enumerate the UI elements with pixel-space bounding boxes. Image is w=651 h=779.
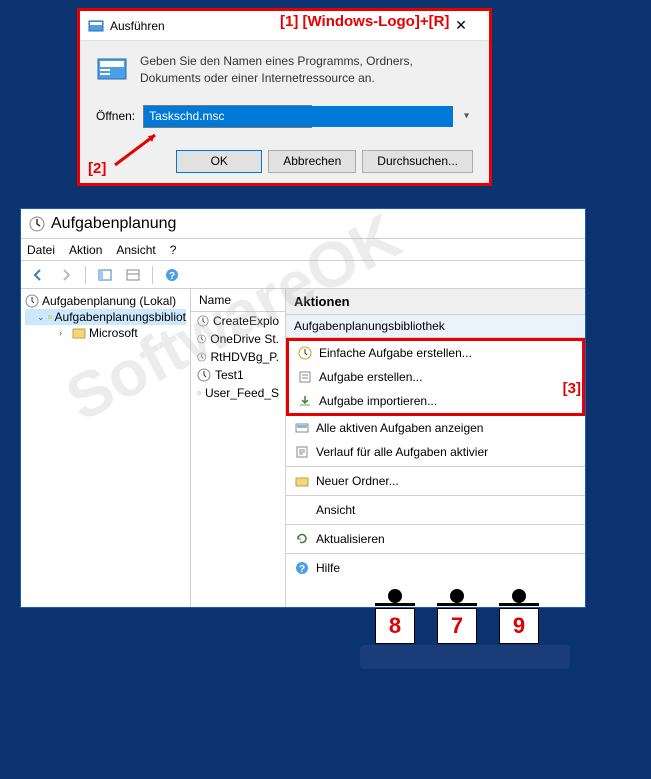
open-label: Öffnen: bbox=[96, 109, 135, 123]
properties-icon[interactable] bbox=[122, 264, 144, 286]
help-icon[interactable]: ? bbox=[161, 264, 183, 286]
task-icon bbox=[297, 369, 313, 385]
ts-menubar: Datei Aktion Ansicht ? bbox=[21, 239, 585, 261]
tree-microsoft[interactable]: › Microsoft bbox=[25, 325, 186, 341]
ts-title: Aufgabenplanung bbox=[51, 215, 176, 233]
ts-titlebar: Aufgabenplanung bbox=[21, 209, 585, 239]
action-help[interactable]: ?Hilfe bbox=[286, 556, 585, 580]
history-icon bbox=[294, 444, 310, 460]
svg-text:?: ? bbox=[169, 271, 175, 282]
judge-figure: 8 bbox=[370, 589, 420, 659]
annotation-3: [3] bbox=[563, 380, 581, 397]
tree-library[interactable]: ⌄ Aufgabenplanungsbibliot bbox=[25, 309, 186, 325]
display-icon bbox=[294, 420, 310, 436]
annotation-2: [2] bbox=[88, 160, 106, 177]
ok-button[interactable]: OK bbox=[176, 150, 262, 173]
action-new-folder[interactable]: Neuer Ordner... bbox=[286, 469, 585, 493]
actions-header: Aktionen bbox=[286, 289, 585, 315]
score-card: 8 bbox=[375, 608, 415, 644]
judge-figure: 9 bbox=[494, 589, 544, 659]
annotation-arrow bbox=[110, 130, 170, 170]
menu-file[interactable]: Datei bbox=[27, 243, 55, 257]
list-item[interactable]: OneDrive St. bbox=[191, 330, 285, 348]
browse-button[interactable]: Durchsuchen... bbox=[362, 150, 473, 173]
score-card: 7 bbox=[437, 608, 477, 644]
menu-action[interactable]: Aktion bbox=[69, 243, 102, 257]
action-enable-history[interactable]: Verlauf für alle Aufgaben aktivier bbox=[286, 440, 585, 464]
show-hide-icon[interactable] bbox=[94, 264, 116, 286]
ts-toolbar: ? bbox=[21, 261, 585, 289]
run-app-icon bbox=[88, 18, 104, 34]
svg-text:?: ? bbox=[299, 564, 305, 575]
action-show-active[interactable]: Alle aktiven Aufgaben anzeigen bbox=[286, 416, 585, 440]
action-create-basic-task[interactable]: Einfache Aufgabe erstellen... bbox=[289, 341, 582, 365]
action-import-task[interactable]: Aufgabe importieren... bbox=[289, 389, 582, 413]
list-header-name[interactable]: Name bbox=[191, 289, 285, 312]
ts-app-icon bbox=[29, 216, 45, 232]
score-judges: 8 7 9 bbox=[370, 589, 544, 659]
task-scheduler-window: Aufgabenplanung Datei Aktion Ansicht ? ?… bbox=[20, 208, 586, 608]
menu-view[interactable]: Ansicht bbox=[116, 243, 155, 257]
dropdown-icon[interactable]: ▾ bbox=[464, 111, 469, 122]
import-icon bbox=[297, 393, 313, 409]
score-card: 9 bbox=[499, 608, 539, 644]
open-input-selection: Taskschd.msc bbox=[144, 106, 453, 127]
open-input-wrap[interactable]: Taskschd.msc ▾ bbox=[143, 105, 473, 128]
help-icon: ? bbox=[294, 560, 310, 576]
action-refresh[interactable]: Aktualisieren bbox=[286, 527, 585, 551]
cancel-button[interactable]: Abbrechen bbox=[268, 150, 356, 173]
list-item[interactable]: CreateExplo bbox=[191, 312, 285, 330]
folder-icon bbox=[294, 473, 310, 489]
refresh-icon bbox=[294, 531, 310, 547]
ts-actions-pane: Aktionen Aufgabenplanungsbibliothek Einf… bbox=[286, 289, 585, 607]
tree-root[interactable]: Aufgabenplanung (Lokal) bbox=[25, 293, 186, 309]
back-button[interactable] bbox=[27, 264, 49, 286]
forward-button[interactable] bbox=[55, 264, 77, 286]
task-icon bbox=[297, 345, 313, 361]
action-view[interactable]: Ansicht bbox=[286, 498, 585, 522]
list-item[interactable]: User_Feed_S bbox=[191, 384, 285, 402]
action-create-task[interactable]: Aufgabe erstellen... bbox=[289, 365, 582, 389]
ts-list[interactable]: Name CreateExplo OneDrive St. RtHDVBg_P.… bbox=[191, 289, 286, 607]
run-description: Geben Sie den Namen eines Programms, Ord… bbox=[140, 53, 473, 87]
list-item[interactable]: RtHDVBg_P. bbox=[191, 348, 285, 366]
actions-subheader: Aufgabenplanungsbibliothek bbox=[286, 315, 585, 338]
menu-help[interactable]: ? bbox=[170, 243, 177, 257]
annotation-1: [1] [Windows-Logo]+[R] bbox=[280, 13, 449, 30]
judge-figure: 7 bbox=[432, 589, 482, 659]
run-icon bbox=[96, 53, 128, 85]
list-item[interactable]: Test1 bbox=[191, 366, 285, 384]
ts-tree[interactable]: Aufgabenplanung (Lokal) ⌄ Aufgabenplanun… bbox=[21, 289, 191, 607]
